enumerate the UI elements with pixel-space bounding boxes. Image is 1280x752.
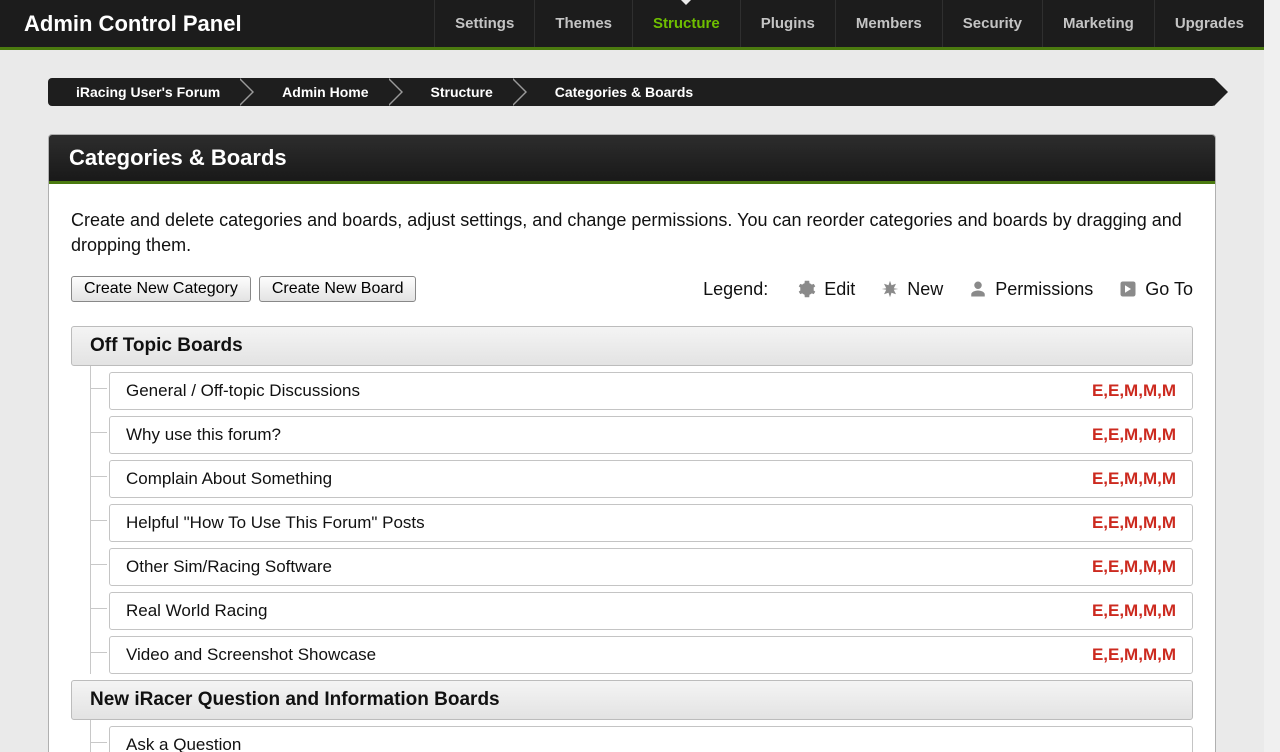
board-item[interactable]: Video and Screenshot ShowcaseE,E,M,M,M	[109, 636, 1193, 674]
board-name: Other Sim/Racing Software	[126, 557, 1092, 577]
tree-connector-icon	[71, 410, 109, 454]
panel: Categories & Boards Create and delete ca…	[48, 134, 1216, 752]
tree-connector-icon	[71, 542, 109, 586]
board-item[interactable]: Helpful "How To Use This Forum" PostsE,E…	[109, 504, 1193, 542]
brand-title: Admin Control Panel	[0, 11, 266, 37]
nav-marketing-label: Marketing	[1063, 15, 1134, 32]
tree-connector-icon	[71, 630, 109, 674]
board-name: Why use this forum?	[126, 425, 1092, 445]
board-permission-tags: E,E,M,M,M	[1092, 645, 1176, 665]
board-permission-tags: E,E,M,M,M	[1092, 557, 1176, 577]
crumb-forum[interactable]: iRacing User's Forum	[48, 84, 240, 100]
legend-label: Legend:	[703, 279, 768, 300]
board-permission-tags: E,E,M,M,M	[1092, 513, 1176, 533]
nav-settings[interactable]: Settings	[434, 0, 534, 47]
legend-goto: Go To	[1119, 279, 1193, 300]
topbar: Admin Control Panel Settings Themes Stru…	[0, 0, 1264, 50]
crumb-sep-icon	[513, 78, 527, 106]
board-item[interactable]: Why use this forum?E,E,M,M,M	[109, 416, 1193, 454]
nav-security[interactable]: Security	[942, 0, 1042, 47]
page-title: Categories & Boards	[49, 135, 1215, 184]
legend-new-label: New	[907, 279, 943, 300]
board-row: Helpful "How To Use This Forum" PostsE,E…	[71, 498, 1193, 542]
legend-edit: Edit	[798, 279, 855, 300]
board-permission-tags: E,E,M,M,M	[1092, 601, 1176, 621]
nav-security-label: Security	[963, 15, 1022, 32]
tree-connector-icon	[71, 720, 109, 752]
nav-members-label: Members	[856, 15, 922, 32]
tree-connector-icon	[71, 498, 109, 542]
board-row: Video and Screenshot ShowcaseE,E,M,M,M	[71, 630, 1193, 674]
crumb-sep-icon	[389, 78, 403, 106]
person-icon	[969, 280, 987, 298]
crumb-structure[interactable]: Structure	[403, 84, 513, 100]
board-item[interactable]: General / Off-topic DiscussionsE,E,M,M,M	[109, 372, 1193, 410]
legend-new: New	[881, 279, 943, 300]
board-item[interactable]: Other Sim/Racing SoftwareE,E,M,M,M	[109, 548, 1193, 586]
nav-settings-label: Settings	[455, 15, 514, 32]
board-name: Complain About Something	[126, 469, 1092, 489]
nav-marketing[interactable]: Marketing	[1042, 0, 1154, 47]
board-permission-tags: E,E,M,M,M	[1092, 425, 1176, 445]
category-list: Off Topic Boards General / Off-topic Disc…	[71, 326, 1193, 752]
nav-upgrades[interactable]: Upgrades	[1154, 0, 1264, 47]
board-row: Other Sim/Racing SoftwareE,E,M,M,M	[71, 542, 1193, 586]
board-name: General / Off-topic Discussions	[126, 381, 1092, 401]
legend-permissions-label: Permissions	[995, 279, 1093, 300]
nav-structure-label: Structure	[653, 15, 720, 32]
arrow-right-box-icon	[1119, 280, 1137, 298]
breadcrumb: iRacing User's Forum Admin Home Structur…	[0, 50, 1264, 106]
board-row: Why use this forum?E,E,M,M,M	[71, 410, 1193, 454]
nav-themes[interactable]: Themes	[534, 0, 632, 47]
board-name: Video and Screenshot Showcase	[126, 645, 1092, 665]
board-row: Complain About SomethingE,E,M,M,M	[71, 454, 1193, 498]
topnav: Settings Themes Structure Plugins Member…	[434, 0, 1264, 47]
create-category-button[interactable]: Create New Category	[71, 276, 251, 302]
crumb-categories-boards[interactable]: Categories & Boards	[527, 84, 713, 100]
legend: Legend: Edit New Permissions	[703, 279, 1193, 300]
board-row: Ask a Question	[71, 720, 1193, 752]
board-permission-tags: E,E,M,M,M	[1092, 469, 1176, 489]
board-row: General / Off-topic DiscussionsE,E,M,M,M	[71, 366, 1193, 410]
new-badge-icon	[881, 280, 899, 298]
board-permission-tags: E,E,M,M,M	[1092, 381, 1176, 401]
tree-connector-icon	[71, 454, 109, 498]
board-name: Real World Racing	[126, 601, 1092, 621]
nav-members[interactable]: Members	[835, 0, 942, 47]
board-item[interactable]: Ask a Question	[109, 726, 1193, 752]
tree-connector-icon	[71, 586, 109, 630]
nav-plugins[interactable]: Plugins	[740, 0, 835, 47]
category-header[interactable]: New iRacer Question and Information Boar…	[71, 680, 1193, 720]
create-board-button[interactable]: Create New Board	[259, 276, 417, 302]
board-item[interactable]: Real World RacingE,E,M,M,M	[109, 592, 1193, 630]
legend-goto-label: Go To	[1145, 279, 1193, 300]
nav-themes-label: Themes	[555, 15, 612, 32]
category-header[interactable]: Off Topic Boards	[71, 326, 1193, 366]
gear-icon	[798, 280, 816, 298]
tree-connector-icon	[71, 366, 109, 410]
board-name: Helpful "How To Use This Forum" Posts	[126, 513, 1092, 533]
nav-upgrades-label: Upgrades	[1175, 15, 1244, 32]
board-row: Real World RacingE,E,M,M,M	[71, 586, 1193, 630]
legend-edit-label: Edit	[824, 279, 855, 300]
board-item[interactable]: Complain About SomethingE,E,M,M,M	[109, 460, 1193, 498]
toolbar: Create New Category Create New Board Leg…	[71, 276, 1193, 302]
board-name: Ask a Question	[126, 735, 1176, 752]
crumb-admin-home[interactable]: Admin Home	[254, 84, 388, 100]
nav-active-arrow-icon	[678, 0, 694, 5]
intro-text: Create and delete categories and boards,…	[71, 208, 1193, 258]
legend-permissions: Permissions	[969, 279, 1093, 300]
vertical-scrollbar[interactable]	[1264, 0, 1280, 752]
nav-plugins-label: Plugins	[761, 15, 815, 32]
crumb-sep-icon	[240, 78, 254, 106]
nav-structure[interactable]: Structure	[632, 0, 740, 47]
